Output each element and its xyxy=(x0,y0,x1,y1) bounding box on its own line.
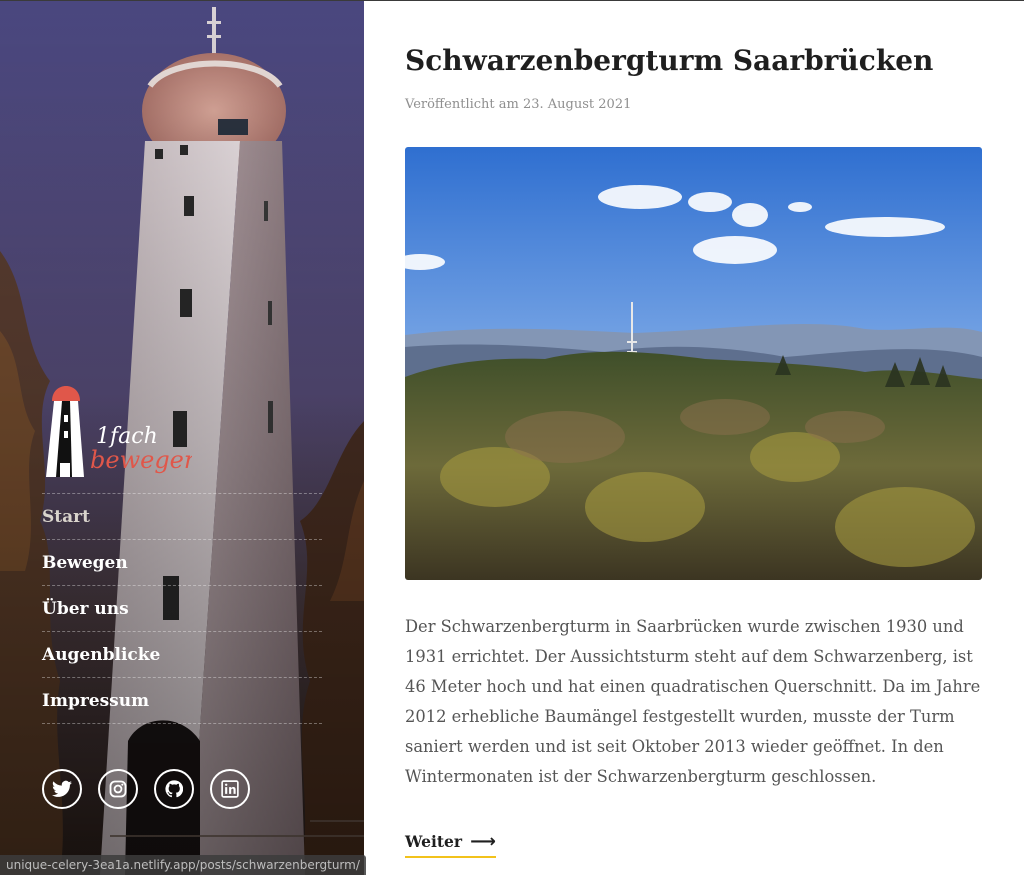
nav-item-impressum[interactable]: Impressum xyxy=(42,678,322,724)
post-title[interactable]: Schwarzenbergturm Saarbrücken xyxy=(405,44,933,77)
nav-item-ueber-uns[interactable]: Über uns xyxy=(42,586,322,632)
main-navigation: Start Bewegen Über uns Augenblicke Impre… xyxy=(42,493,322,724)
browser-status-url: unique-celery-3ea1a.netlify.app/posts/sc… xyxy=(0,855,366,875)
logo-text-bewegen: bewegen xyxy=(90,446,192,474)
post-featured-image[interactable] xyxy=(405,147,982,580)
site-logo[interactable]: 1fach bewegen xyxy=(42,371,192,481)
arrow-right-icon: ⟶ xyxy=(470,830,496,852)
github-icon[interactable] xyxy=(154,769,194,809)
read-more-link[interactable]: Weiter ⟶ xyxy=(405,826,496,858)
nav-item-bewegen[interactable]: Bewegen xyxy=(42,540,322,586)
nav-item-start[interactable]: Start xyxy=(42,494,322,540)
read-more-label: Weiter xyxy=(405,831,463,851)
post-date: Veröffentlicht am 23. August 2021 xyxy=(405,97,632,112)
twitter-icon[interactable] xyxy=(42,769,82,809)
social-links xyxy=(42,769,250,809)
post-excerpt: Der Schwarzenbergturm in Saarbrücken wur… xyxy=(405,617,981,786)
instagram-icon[interactable] xyxy=(98,769,138,809)
nav-item-augenblicke[interactable]: Augenblicke xyxy=(42,632,322,678)
linkedin-icon[interactable] xyxy=(210,769,250,809)
sidebar: 1fach bewegen Start Bewegen Über uns Aug… xyxy=(0,1,364,875)
